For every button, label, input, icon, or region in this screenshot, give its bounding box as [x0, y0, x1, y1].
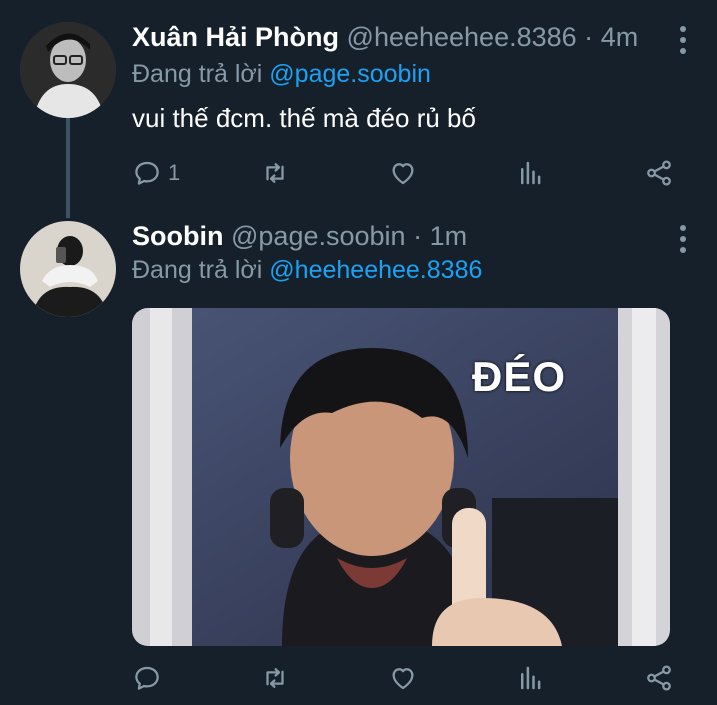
user-handle[interactable]: @heeheehee.8386 [347, 22, 577, 52]
retweet-button[interactable] [260, 661, 290, 695]
replying-prefix: Đang trả lời [132, 256, 263, 284]
retweet-icon [266, 668, 284, 688]
avatar[interactable] [20, 221, 116, 317]
analytics-button[interactable] [516, 661, 546, 695]
tweet-header: Xuân Hải Phòng @heeheehee.8386 · 4m [132, 21, 638, 53]
separator-dot: · [584, 22, 594, 52]
media-caption-text: ĐÉO [472, 353, 567, 400]
timestamp[interactable]: 4m [601, 22, 639, 52]
replying-prefix: Đang trả lời [132, 60, 263, 88]
mention-link[interactable]: @page.soobin [269, 60, 431, 88]
reply-icon [135, 161, 159, 185]
share-icon [647, 665, 671, 691]
analytics-button[interactable] [516, 156, 546, 190]
media-photo [132, 308, 670, 646]
separator-dot: · [413, 221, 423, 251]
analytics-icon [521, 666, 541, 690]
share-button[interactable] [644, 156, 674, 190]
timestamp[interactable]: 1m [430, 221, 468, 251]
tweet-1[interactable]: Xuân Hải Phòng @heeheehee.8386 · 4m Đang… [0, 0, 717, 215]
reply-button[interactable]: 1 [132, 156, 180, 190]
display-name[interactable]: Soobin [132, 221, 223, 251]
replying-to: Đang trả lời @heeheehee.8386 [132, 256, 482, 285]
analytics-icon [521, 161, 541, 185]
tweet-actions: 1 [132, 156, 677, 190]
reply-icon [135, 666, 159, 690]
tweet-header: Soobin @page.soobin · 1m [132, 220, 467, 252]
avatar[interactable] [20, 22, 116, 118]
user-handle[interactable]: @page.soobin [231, 221, 406, 251]
more-icon[interactable] [679, 225, 687, 253]
tweet-text: vui thế đcm. thế mà đéo rủ bố [132, 103, 476, 133]
more-icon[interactable] [679, 26, 687, 54]
share-button[interactable] [644, 661, 674, 695]
like-icon [392, 668, 414, 690]
replying-to: Đang trả lời @page.soobin [132, 60, 431, 89]
retweet-icon [266, 163, 284, 183]
mention-link[interactable]: @heeheehee.8386 [269, 256, 482, 284]
display-name[interactable]: Xuân Hải Phòng [132, 22, 339, 52]
user-avatar-image [20, 221, 116, 317]
retweet-button[interactable] [260, 156, 290, 190]
like-icon [392, 163, 414, 185]
tweet-media-image[interactable]: ĐÉO [132, 308, 670, 646]
thread-connector-line [66, 118, 70, 218]
like-button[interactable] [388, 156, 418, 190]
user-avatar-image [20, 22, 116, 118]
reply-button[interactable] [132, 661, 162, 695]
like-button[interactable] [388, 661, 418, 695]
reply-count: 1 [168, 160, 181, 185]
share-icon [647, 160, 671, 186]
tweet-actions [132, 661, 677, 695]
